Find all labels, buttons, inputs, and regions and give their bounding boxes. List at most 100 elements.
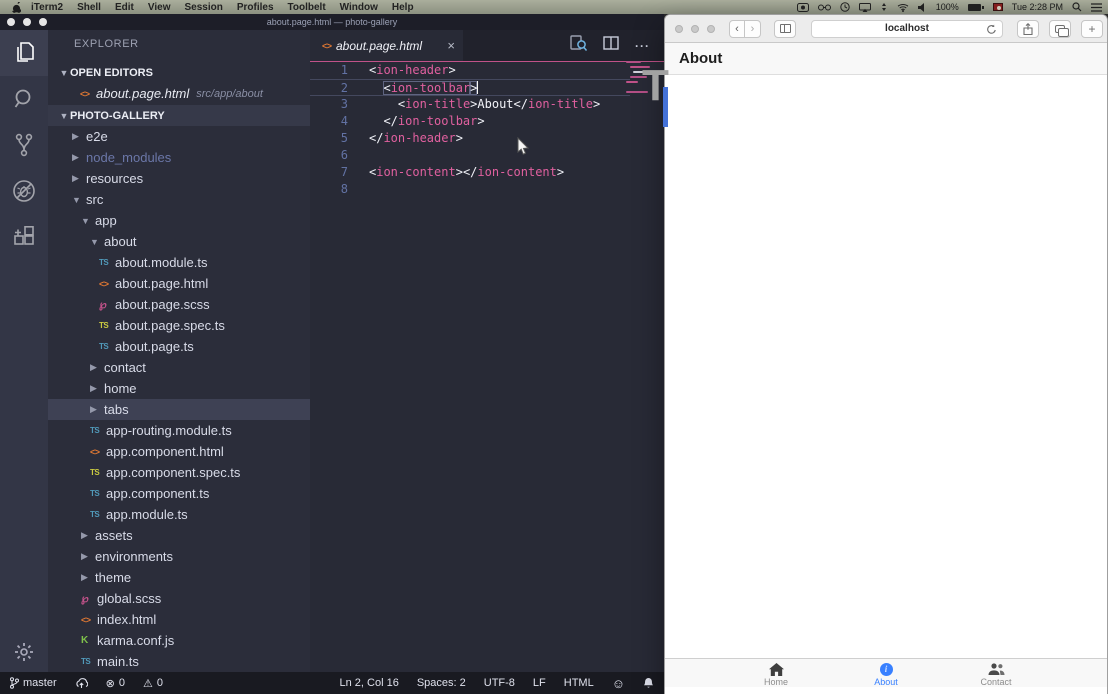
open-editor-item[interactable]: <> about.page.html src/app/about (48, 83, 310, 104)
tree-item-about.module.ts[interactable]: TSabout.module.ts (48, 252, 310, 273)
tree-item-contact[interactable]: ▶contact (48, 357, 310, 378)
close-window-button[interactable] (7, 18, 15, 26)
tree-item-app.component.spec.ts[interactable]: TSapp.component.spec.ts (48, 462, 310, 483)
status-encoding[interactable]: UTF-8 (484, 677, 515, 689)
menu-help[interactable]: Help (392, 2, 414, 13)
tree-item-karma.conf.js[interactable]: Kkarma.conf.js (48, 630, 310, 651)
tree-item-app.component.html[interactable]: <>app.component.html (48, 441, 310, 462)
volume-icon[interactable] (918, 3, 927, 12)
vscode-title-bar[interactable]: about.page.html — photo-gallery (0, 14, 664, 30)
back-button[interactable]: ‹ (729, 20, 745, 38)
menu-window[interactable]: Window (340, 2, 378, 13)
clock-icon[interactable] (840, 2, 850, 12)
code-line-5[interactable]: 5</ion-header> (310, 130, 630, 147)
code-line-2[interactable]: 2 <ion-toolbar> (310, 79, 630, 96)
tree-item-node_modules[interactable]: ▶node_modules (48, 147, 310, 168)
status-language-mode[interactable]: HTML (564, 677, 594, 689)
glasses-icon[interactable] (818, 4, 831, 11)
tree-item-app[interactable]: ▼app (48, 210, 310, 231)
menu-bar-clock[interactable]: Tue 2:28 PM (1012, 2, 1063, 12)
new-tab-button[interactable]: + (1081, 20, 1103, 38)
menu-profiles[interactable]: Profiles (237, 2, 274, 13)
tree-item-index.html[interactable]: <>index.html (48, 609, 310, 630)
tree-item-theme[interactable]: ▶theme (48, 567, 310, 588)
minimize-window-button[interactable] (691, 25, 699, 33)
tree-item-home[interactable]: ▶home (48, 378, 310, 399)
menu-session[interactable]: Session (184, 2, 222, 13)
reload-icon[interactable] (986, 24, 997, 38)
settings-gear-icon[interactable] (0, 642, 48, 662)
git-branch-indicator[interactable]: master (10, 677, 57, 689)
tab-about[interactable]: iAbout (863, 659, 909, 687)
tree-item-resources[interactable]: ▶resources (48, 168, 310, 189)
code-line-4[interactable]: 4 </ion-toolbar> (310, 113, 630, 130)
screen-recording-icon[interactable] (797, 3, 809, 12)
explorer-icon[interactable] (0, 30, 48, 76)
tree-item-about.page.html[interactable]: <>about.page.html (48, 273, 310, 294)
zoom-window-button[interactable] (39, 18, 47, 26)
spotlight-icon[interactable] (1072, 2, 1082, 12)
wifi-icon[interactable] (897, 3, 909, 12)
menu-view[interactable]: View (148, 2, 171, 13)
menu-shell[interactable]: Shell (77, 2, 101, 13)
battery-icon[interactable] (968, 4, 984, 11)
safari-traffic-lights[interactable] (675, 25, 715, 33)
menu-edit[interactable]: Edit (115, 2, 134, 13)
zoom-window-button[interactable] (707, 25, 715, 33)
code-line-1[interactable]: 1<ion-header> (310, 62, 630, 79)
tab-about-page-html[interactable]: <> about.page.html × (310, 30, 463, 61)
code-line-7[interactable]: 7<ion-content></ion-content> (310, 164, 630, 181)
extensions-icon[interactable] (0, 214, 48, 260)
status-indentation[interactable]: Spaces: 2 (417, 677, 466, 689)
tree-item-about.page.scss[interactable]: ℘about.page.scss (48, 294, 310, 315)
close-window-button[interactable] (675, 25, 683, 33)
tree-item-global.scss[interactable]: ℘global.scss (48, 588, 310, 609)
notification-center-icon[interactable] (1091, 3, 1102, 12)
warnings-indicator[interactable]: ⚠ 0 (143, 677, 163, 690)
airplay-icon[interactable] (859, 3, 871, 12)
open-editors-header[interactable]: ▼ OPEN EDITORS (48, 63, 310, 83)
code-line-3[interactable]: 3 <ion-title>About</ion-title> (310, 96, 630, 113)
feedback-smiley-icon[interactable]: ☺ (612, 676, 625, 691)
tree-item-assets[interactable]: ▶assets (48, 525, 310, 546)
tree-item-src[interactable]: ▼src (48, 189, 310, 210)
sync-changes-icon[interactable] (75, 678, 88, 689)
forward-button[interactable]: › (745, 20, 761, 38)
tree-item-about.page.ts[interactable]: TSabout.page.ts (48, 336, 310, 357)
tree-item-app.component.ts[interactable]: TSapp.component.ts (48, 483, 310, 504)
debug-icon[interactable] (0, 168, 48, 214)
source-control-icon[interactable] (0, 122, 48, 168)
updown-arrows-icon[interactable] (880, 2, 888, 12)
tab-overview-icon[interactable] (1049, 20, 1071, 38)
tree-item-e2e[interactable]: ▶e2e (48, 126, 310, 147)
tree-item-about[interactable]: ▼about (48, 231, 310, 252)
share-icon[interactable] (1017, 20, 1039, 38)
apple-menu-icon[interactable] (12, 2, 21, 13)
search-icon[interactable] (0, 76, 48, 122)
code-line-6[interactable]: 6 (310, 147, 630, 164)
sidebar-toggle-icon[interactable] (774, 20, 796, 38)
status-cursor-position[interactable]: Ln 2, Col 16 (340, 677, 399, 689)
tab-home[interactable]: Home (753, 659, 799, 687)
notifications-bell-icon[interactable] (643, 677, 654, 689)
close-tab-icon[interactable]: × (447, 38, 455, 53)
input-source-flag-icon[interactable] (993, 3, 1003, 11)
menu-toolbelt[interactable]: Toolbelt (288, 2, 326, 13)
menu-iterm2[interactable]: iTerm2 (31, 2, 63, 13)
tree-item-tabs[interactable]: ▶tabs (48, 399, 310, 420)
open-preview-icon[interactable] (570, 35, 587, 56)
tree-item-about.page.spec.ts[interactable]: TSabout.page.spec.ts (48, 315, 310, 336)
tree-item-main.ts[interactable]: TSmain.ts (48, 651, 310, 672)
code-editor[interactable]: 1<ion-header>2 <ion-toolbar>3 <ion-title… (310, 62, 664, 672)
split-editor-icon[interactable] (603, 36, 619, 55)
vscode-traffic-lights[interactable] (7, 18, 47, 26)
minimize-window-button[interactable] (23, 18, 31, 26)
more-actions-icon[interactable]: ··· (635, 39, 650, 53)
tab-contact[interactable]: Contact (973, 659, 1019, 687)
tree-item-app-routing.module.ts[interactable]: TSapp-routing.module.ts (48, 420, 310, 441)
project-header[interactable]: ▼ PHOTO-GALLERY (48, 105, 310, 126)
tree-item-environments[interactable]: ▶environments (48, 546, 310, 567)
tree-item-app.module.ts[interactable]: TSapp.module.ts (48, 504, 310, 525)
status-eol[interactable]: LF (533, 677, 546, 689)
address-bar[interactable]: localhost (811, 20, 1003, 38)
